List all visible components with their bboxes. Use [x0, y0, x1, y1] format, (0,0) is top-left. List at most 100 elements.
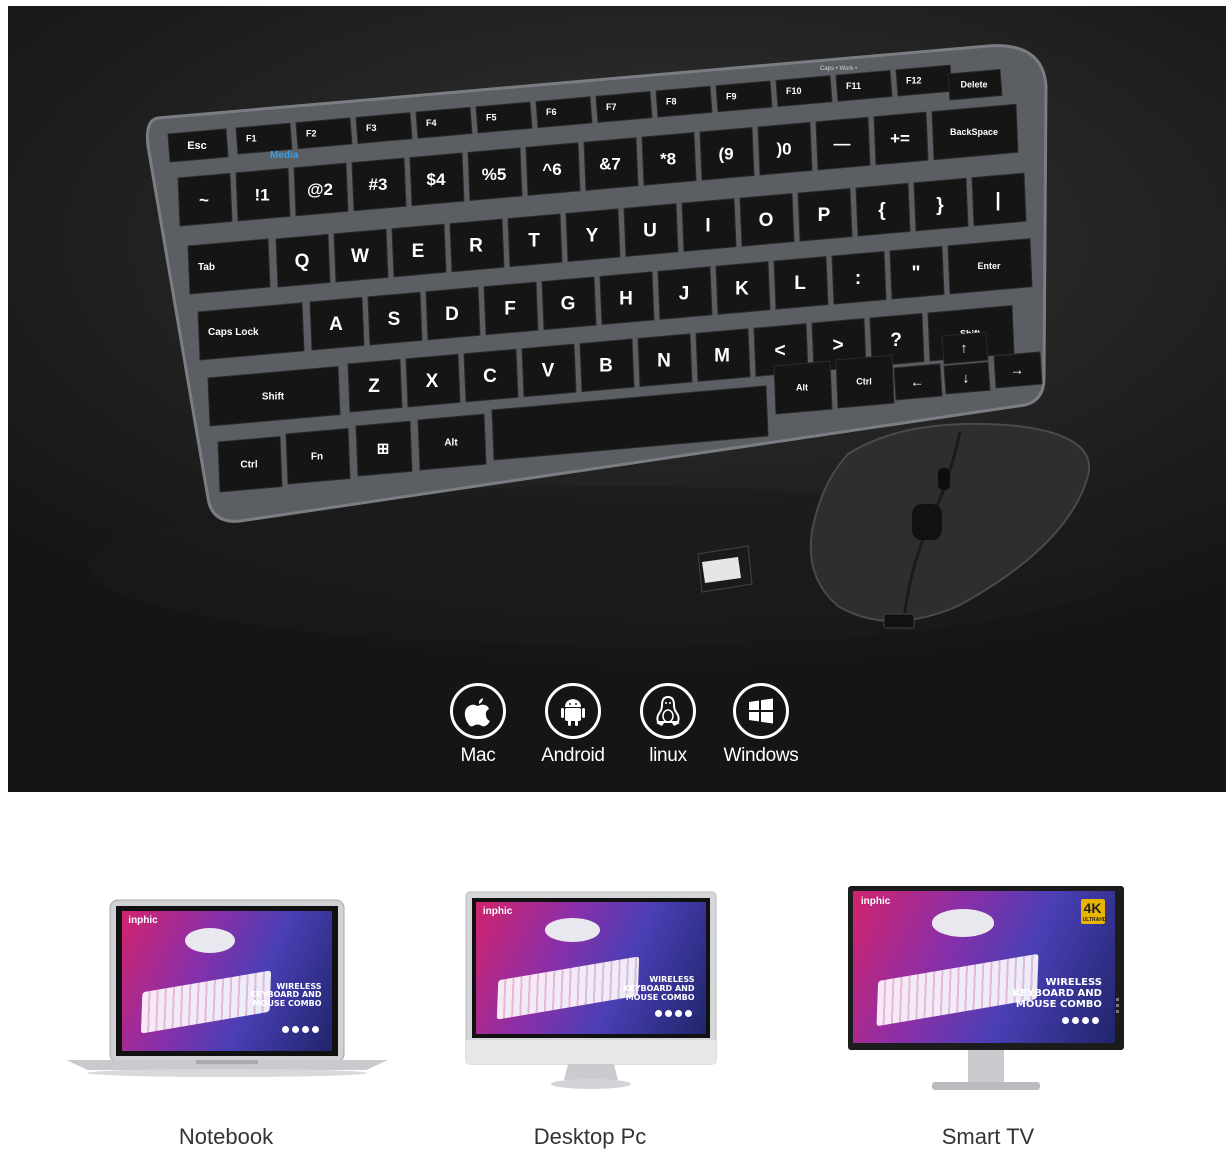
keyboard-key: F11 — [835, 69, 893, 102]
key-legend: S — [388, 309, 401, 330]
key-legend: < — [774, 340, 785, 361]
key-legend: @2 — [307, 180, 333, 199]
keyboard-key: K — [715, 261, 771, 315]
key-legend: Q — [295, 251, 310, 272]
key-legend: } — [936, 195, 944, 216]
key-legend: *8 — [660, 150, 676, 169]
keyboard-key: #3 — [351, 157, 407, 212]
keyboard-key: W — [333, 228, 389, 283]
key-legend: Alt — [444, 437, 458, 448]
keyboard-key: Caps Lock — [197, 302, 305, 361]
key-legend: (9 — [718, 144, 733, 163]
keyboard-key: — — [815, 116, 871, 171]
keyboard-key: ↑ — [941, 331, 989, 365]
keyboard-key: } — [913, 177, 969, 232]
keyboard-key: " — [889, 245, 945, 300]
key-legend: J — [679, 283, 690, 304]
keyboard-key: J — [657, 266, 713, 320]
keyboard-key: Y — [565, 208, 621, 263]
keyboard-key: F4 — [415, 106, 473, 139]
keyboard-key: &7 — [583, 137, 639, 191]
keyboard-key: C — [463, 348, 519, 403]
key-legend: &7 — [599, 155, 621, 174]
key-legend: F6 — [546, 107, 557, 117]
keyboard-key: !1 — [235, 167, 291, 222]
key-legend: → — [1010, 362, 1024, 378]
key-legend: Ctrl — [856, 377, 872, 387]
keyboard-key: F3 — [355, 112, 413, 144]
keyboard-key: Alt — [417, 413, 487, 471]
keyboard-key: Q — [275, 233, 331, 288]
key-legend: L — [794, 273, 806, 294]
keyboard-key: F9 — [715, 80, 773, 113]
keyboard-key: Tab — [187, 238, 271, 295]
media-legend: Media — [270, 150, 299, 161]
os-windows: Windows — [711, 683, 811, 767]
os-mac: Mac — [428, 683, 528, 767]
keyboard-key: Fn — [285, 427, 351, 485]
key-legend: += — [890, 129, 910, 148]
key-legend: Shift — [262, 392, 285, 403]
keyboard-key: H — [599, 271, 655, 326]
key-legend: #3 — [369, 175, 388, 194]
apple-icon — [450, 683, 506, 739]
keyboard-key: F8 — [655, 85, 713, 118]
keyboard-key: )0 — [757, 121, 813, 176]
desktop-screen: inphic WIRELESS KEYBOARD AND MOUSE COMBO — [476, 902, 706, 1034]
keyboard-key: U — [623, 203, 679, 257]
keyboard-key: F — [483, 281, 539, 336]
keyboard-key: Alt — [773, 360, 833, 415]
key-legend: Caps Lock — [208, 327, 259, 338]
os-linux: linux — [618, 683, 718, 767]
device-desktop-pc: inphic WIRELESS KEYBOARD AND MOUSE COMBO — [464, 888, 718, 1108]
keyboard-key: F6 — [535, 96, 593, 129]
keyboard-key: X — [405, 353, 461, 408]
keyboard-key: → — [993, 351, 1043, 389]
keyboard-key: Enter — [947, 238, 1033, 295]
key-legend: ↓ — [963, 370, 970, 386]
keyboard-key: Z — [347, 358, 403, 413]
keyboard-key: Ctrl — [835, 354, 895, 409]
promo-text: WIRELESS KEYBOARD AND MOUSE COMBO — [623, 974, 695, 1002]
keyboard-key: F12 — [895, 64, 953, 97]
keyboard-key: : — [831, 250, 887, 305]
tv-screen: inphic 4K ULTRAHD WIRELESS KEYBOARD AND MOU… — [853, 891, 1115, 1043]
key-legend: F1 — [246, 134, 257, 144]
keyboard-key: F5 — [475, 101, 533, 134]
keyboard-key: F2 — [295, 117, 353, 150]
key-legend: ← — [910, 374, 924, 390]
device-notebook: inphic WIRELESS KEYBOARD AND MOUSE COMBO — [66, 880, 388, 1080]
4k-badge: 4K ULTRAHD — [1080, 898, 1107, 924]
keyboard-key: A — [309, 296, 365, 351]
key-legend: N — [657, 351, 671, 372]
key-legend: | — [995, 190, 1000, 211]
keyboard-key: M — [695, 328, 751, 382]
keyboard-key: ~ — [177, 172, 233, 227]
keyboard-key: N — [637, 333, 693, 388]
device-label-notebook: Notebook — [178, 1124, 274, 1149]
os-label: Windows — [723, 745, 799, 766]
key-legend: Esc — [187, 140, 207, 152]
key-legend: Tab — [198, 262, 215, 273]
key-legend: C — [483, 366, 497, 387]
keyboard-key: T — [507, 213, 563, 268]
device-label-smart-tv: Smart TV — [941, 1124, 1035, 1149]
key-legend: F4 — [426, 118, 437, 128]
key-legend: F11 — [846, 81, 861, 91]
key-legend: Z — [368, 376, 380, 397]
promo-text: WIRELESS KEYBOARD AND MOUSE COMBO — [1012, 976, 1102, 1010]
key-legend: U — [643, 220, 657, 241]
keyboard-key: Delete — [947, 68, 1003, 101]
os-label: Mac — [460, 745, 496, 766]
keyboard-key: ↓ — [943, 361, 991, 395]
keyboard-key: V — [521, 343, 577, 398]
keyboard-key: I — [681, 198, 737, 252]
key-legend: F5 — [486, 113, 497, 123]
key-legend: ? — [890, 330, 902, 351]
keyboard-key: @2 — [293, 162, 349, 217]
product-hero-image: Esc F1 F2 F3 F4 F5 F6 F7 F8 F9 F10 F11 F12 Delete ~ !1 @… — [8, 6, 1226, 792]
keyboard-key: P — [797, 187, 853, 242]
keyboard-key: (9 — [699, 126, 755, 181]
linux-tux-icon — [640, 683, 696, 739]
key-legend: E — [412, 241, 425, 262]
